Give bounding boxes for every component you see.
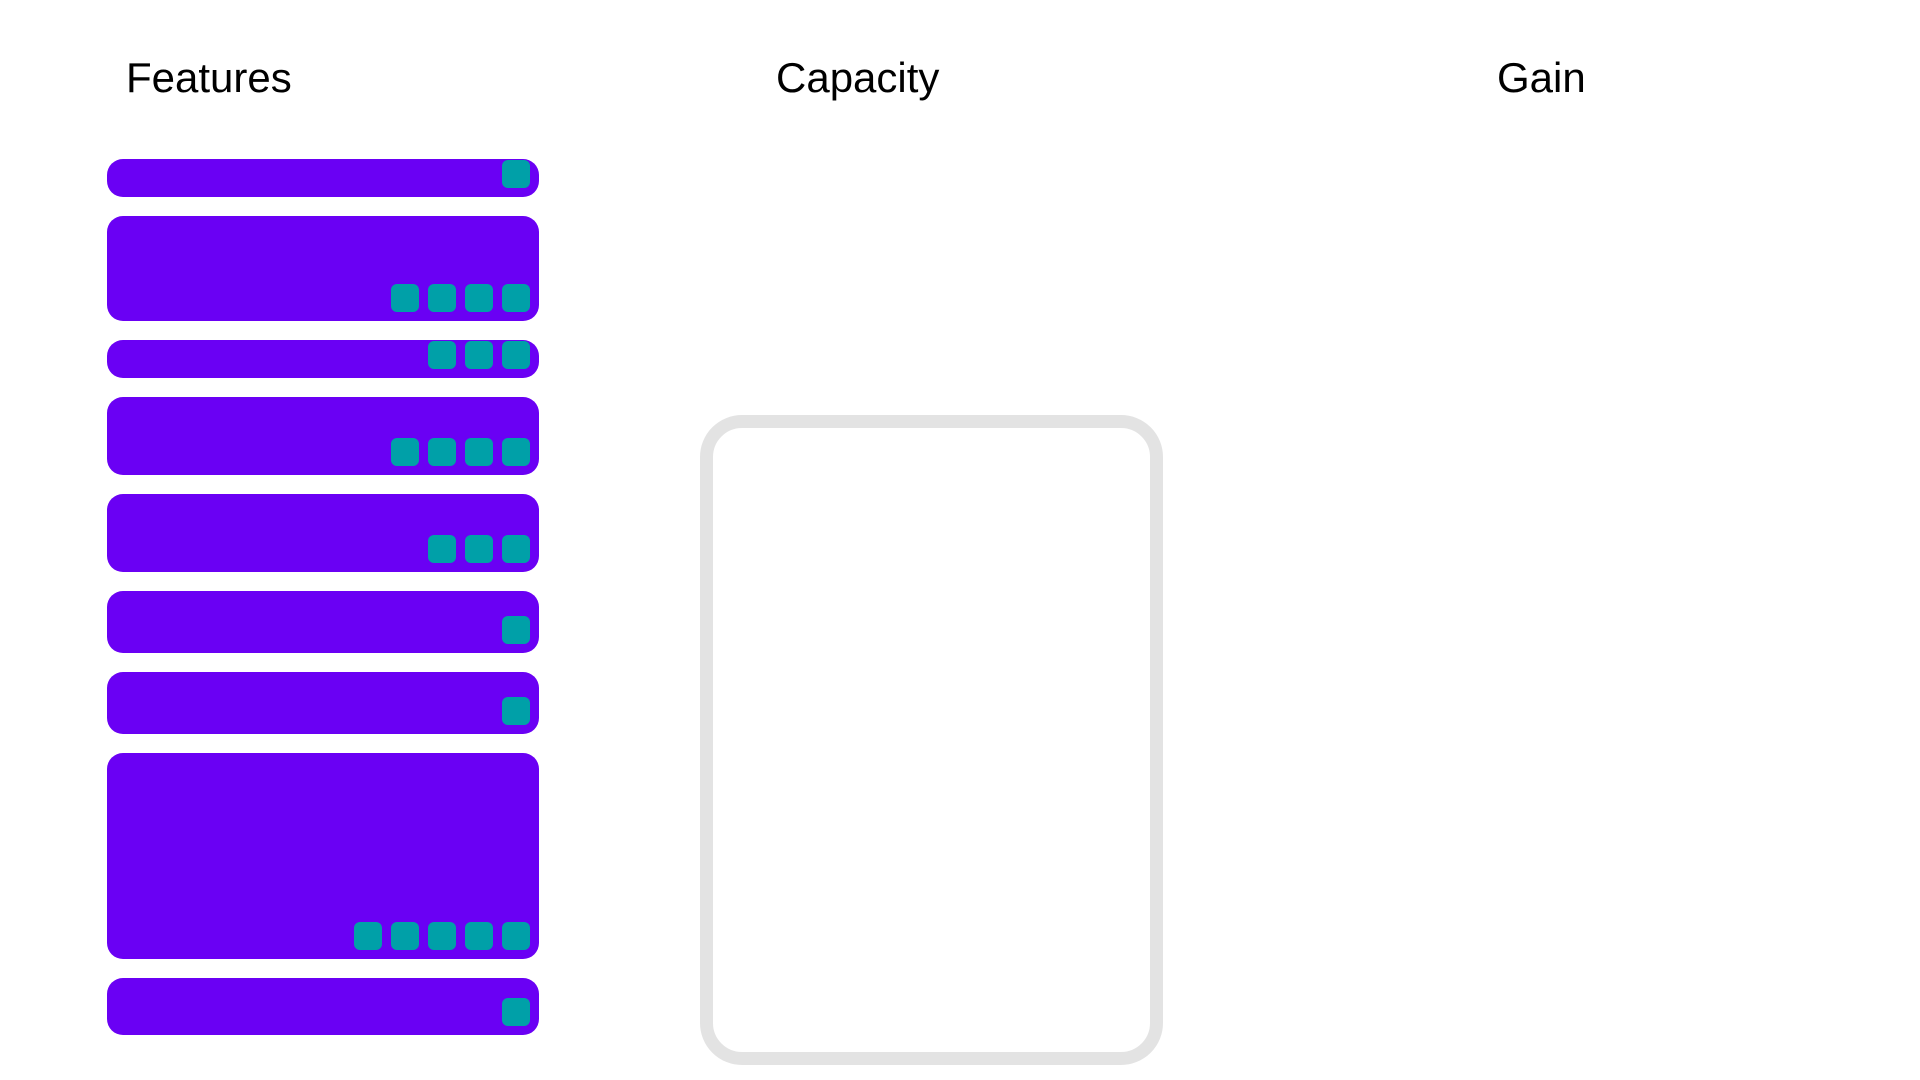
feature-chip-row bbox=[354, 922, 530, 950]
feature-chip-row bbox=[391, 284, 530, 312]
feature-bar[interactable] bbox=[107, 216, 539, 321]
feature-chip[interactable] bbox=[428, 341, 456, 369]
feature-bar[interactable] bbox=[107, 753, 539, 959]
feature-chip[interactable] bbox=[502, 697, 530, 725]
feature-chip[interactable] bbox=[428, 284, 456, 312]
feature-chip-row bbox=[502, 160, 530, 188]
feature-chip[interactable] bbox=[502, 616, 530, 644]
gain-column bbox=[1400, 159, 1840, 1059]
feature-chip-row bbox=[428, 535, 530, 563]
feature-chip[interactable] bbox=[465, 284, 493, 312]
feature-bar[interactable] bbox=[107, 159, 539, 197]
feature-chip[interactable] bbox=[502, 438, 530, 466]
feature-chip-row bbox=[502, 697, 530, 725]
feature-chip[interactable] bbox=[502, 922, 530, 950]
feature-bar[interactable] bbox=[107, 494, 539, 572]
feature-bar[interactable] bbox=[107, 340, 539, 378]
feature-bar[interactable] bbox=[107, 978, 539, 1035]
column-header-gain: Gain bbox=[1497, 54, 1586, 101]
feature-chip[interactable] bbox=[465, 922, 493, 950]
feature-chip[interactable] bbox=[465, 341, 493, 369]
feature-bar[interactable] bbox=[107, 397, 539, 475]
feature-bar[interactable] bbox=[107, 591, 539, 653]
feature-chip-row bbox=[391, 438, 530, 466]
feature-chip-row bbox=[502, 616, 530, 644]
feature-chip[interactable] bbox=[391, 922, 419, 950]
feature-chip[interactable] bbox=[428, 535, 456, 563]
features-column bbox=[107, 159, 539, 1054]
feature-chip[interactable] bbox=[502, 341, 530, 369]
feature-chip[interactable] bbox=[391, 284, 419, 312]
feature-chip[interactable] bbox=[428, 438, 456, 466]
feature-chip[interactable] bbox=[391, 438, 419, 466]
capacity-card[interactable] bbox=[700, 415, 1163, 1065]
feature-chip[interactable] bbox=[502, 284, 530, 312]
feature-chip[interactable] bbox=[465, 438, 493, 466]
feature-bar[interactable] bbox=[107, 672, 539, 734]
feature-chip[interactable] bbox=[354, 922, 382, 950]
feature-chip-row bbox=[428, 341, 530, 369]
feature-chip[interactable] bbox=[428, 922, 456, 950]
column-header-features: Features bbox=[126, 54, 292, 101]
feature-chip[interactable] bbox=[502, 998, 530, 1026]
feature-chip-row bbox=[502, 998, 530, 1026]
feature-chip[interactable] bbox=[465, 535, 493, 563]
column-header-capacity: Capacity bbox=[776, 54, 940, 101]
feature-chip[interactable] bbox=[502, 160, 530, 188]
feature-chip[interactable] bbox=[502, 535, 530, 563]
